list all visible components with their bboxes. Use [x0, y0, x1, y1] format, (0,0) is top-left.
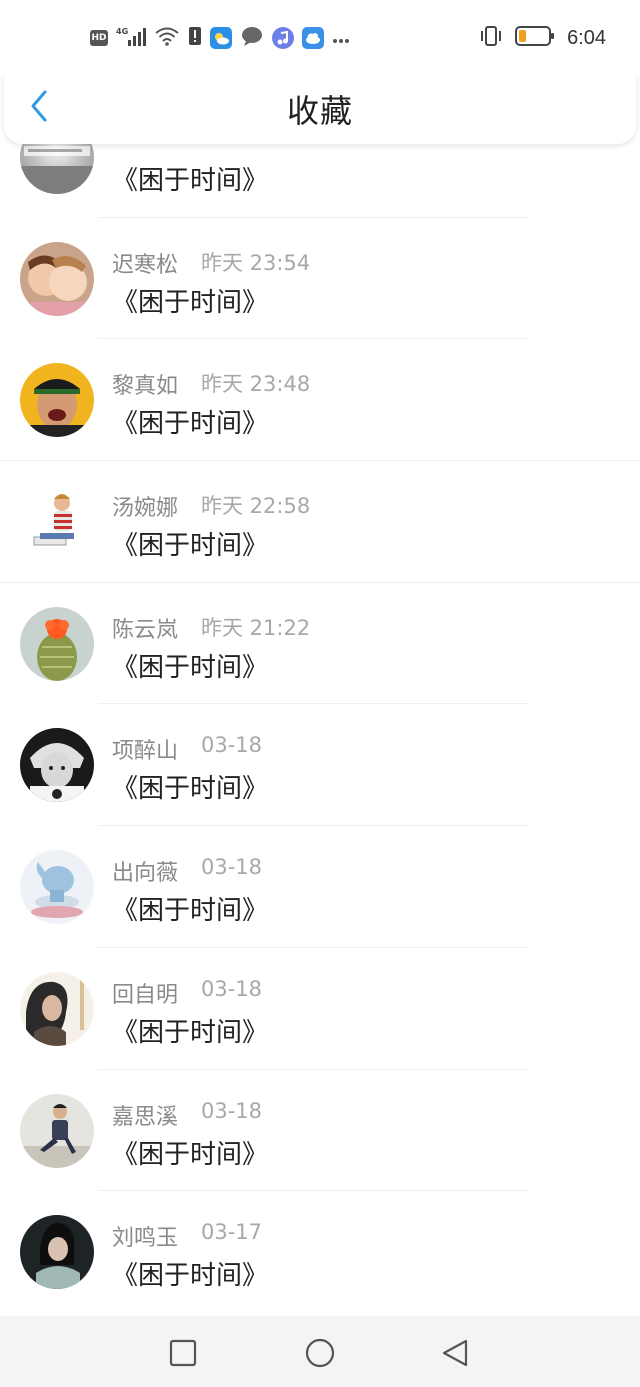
cloud-app-icon — [302, 27, 324, 49]
list-item[interactable]: 项醉山 03-18 《困于时间》 — [0, 704, 640, 827]
avatar — [20, 241, 94, 316]
item-content: 《困于时间》 — [112, 774, 269, 805]
list-item[interactable]: 黎真如 昨天 23:48 《困于时间》 — [0, 339, 640, 462]
avatar — [20, 971, 94, 1046]
avatar — [20, 1215, 94, 1290]
item-time: 03-18 — [201, 855, 263, 880]
battery-icon — [515, 25, 555, 51]
item-content: 《困于时间》 — [112, 409, 269, 440]
system-nav-bar — [0, 1316, 640, 1387]
favorites-list: 《困于时间》 迟寒松 昨天 23:54 《困于时间》 黎真如 昨天 23:48 … — [0, 96, 640, 1313]
item-name: 迟寒松 — [112, 252, 179, 278]
vibrate-icon — [479, 25, 503, 51]
item-name: 陈云岚 — [112, 617, 179, 643]
home-button[interactable] — [303, 1336, 337, 1370]
item-name: 刘鸣玉 — [112, 1226, 179, 1252]
page-title: 收藏 — [286, 92, 353, 130]
item-time: 03-18 — [201, 976, 263, 1001]
item-name: 项醉山 — [112, 739, 179, 765]
item-name: 回自明 — [112, 982, 179, 1008]
item-time: 03-18 — [201, 1098, 263, 1123]
list-item[interactable]: 回自明 03-18 《困于时间》 — [0, 948, 640, 1070]
back-nav-button[interactable] — [438, 1336, 472, 1370]
avatar — [20, 485, 94, 560]
item-content: 《困于时间》 — [112, 1261, 269, 1292]
item-name: 黎真如 — [112, 374, 179, 400]
avatar — [20, 850, 94, 925]
svg-text:4G: 4G — [116, 27, 128, 36]
item-content: 《困于时间》 — [112, 287, 269, 318]
status-bar: HD 4G 6:04 — [0, 0, 640, 76]
wifi-icon — [154, 26, 180, 50]
square-icon — [169, 1339, 197, 1367]
item-time: 昨天 21:22 — [201, 615, 311, 640]
hd-badge: HD — [90, 30, 108, 46]
message-icon — [240, 25, 264, 51]
avatar — [20, 363, 94, 438]
clock: 6:04 — [567, 26, 606, 49]
status-icons-left: HD 4G — [90, 24, 350, 52]
item-content: 《困于时间》 — [112, 166, 269, 196]
item-time: 昨天 23:48 — [201, 372, 311, 397]
avatar — [20, 606, 94, 681]
status-icons-right: 6:04 — [479, 24, 606, 52]
circle-icon — [305, 1338, 335, 1368]
item-time: 03-18 — [201, 733, 263, 758]
list-item[interactable]: 迟寒松 昨天 23:54 《困于时间》 — [0, 218, 640, 340]
alert-icon — [188, 25, 202, 51]
list-item[interactable]: 出向薇 03-18 《困于时间》 — [0, 826, 640, 948]
page-header: 收藏 — [4, 66, 636, 144]
item-time: 昨天 23:54 — [201, 250, 311, 275]
list-item[interactable]: 嘉思溪 03-18 《困于时间》 — [0, 1070, 640, 1192]
recents-button[interactable] — [166, 1336, 200, 1370]
item-time: 昨天 22:58 — [201, 494, 311, 519]
avatar — [20, 1093, 94, 1168]
item-content: 《困于时间》 — [112, 1017, 269, 1048]
list-item[interactable]: 汤婉娜 昨天 22:58 《困于时间》 — [0, 461, 640, 583]
music-app-icon — [272, 27, 294, 49]
item-content: 《困于时间》 — [112, 896, 269, 927]
list-item[interactable]: 刘鸣玉 03-17 《困于时间》 — [0, 1191, 640, 1313]
item-content: 《困于时间》 — [112, 531, 269, 562]
weather-app-icon — [210, 27, 232, 49]
item-name: 嘉思溪 — [112, 1104, 179, 1130]
item-name: 汤婉娜 — [112, 496, 179, 522]
triangle-back-icon — [442, 1339, 468, 1367]
more-icon — [332, 29, 350, 48]
list-item[interactable]: 陈云岚 昨天 21:22 《困于时间》 — [0, 583, 640, 705]
signal-icon: 4G — [116, 26, 146, 50]
item-name: 出向薇 — [112, 861, 179, 887]
item-time: 03-17 — [201, 1220, 263, 1245]
item-content: 《困于时间》 — [112, 652, 269, 683]
item-content: 《困于时间》 — [112, 1139, 269, 1170]
avatar — [20, 728, 94, 803]
